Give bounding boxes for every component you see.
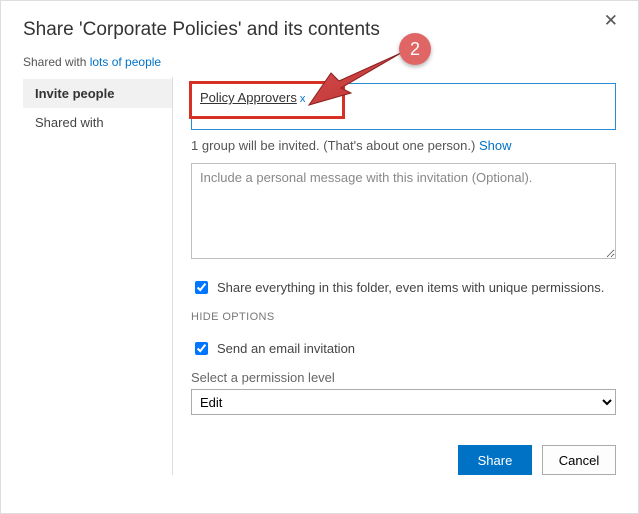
share-dialog: Share 'Corporate Policies' and its conte… — [1, 1, 638, 495]
share-everything-label: Share everything in this folder, even it… — [217, 280, 604, 295]
shared-with-prefix: Shared with — [23, 55, 90, 69]
close-icon[interactable]: ✕ — [604, 11, 618, 31]
send-email-checkbox[interactable] — [195, 342, 208, 355]
tab-invite-people[interactable]: Invite people — [23, 79, 172, 108]
people-picker[interactable]: Policy Approversx — [191, 83, 616, 130]
send-email-label: Send an email invitation — [217, 341, 355, 356]
main-panel: Policy Approversx 1 group will be invite… — [173, 77, 616, 475]
shared-with-line: Shared with lots of people — [23, 55, 616, 69]
permission-level-label: Select a permission level — [191, 370, 616, 385]
share-button[interactable]: Share — [458, 445, 532, 475]
invite-summary-text: 1 group will be invited. (That's about o… — [191, 138, 479, 153]
cancel-button[interactable]: Cancel — [542, 445, 616, 475]
button-row: Share Cancel — [191, 445, 616, 475]
recipient-chip[interactable]: Policy Approvers — [200, 90, 297, 105]
permission-level-select[interactable]: Edit — [191, 389, 616, 415]
share-everything-checkbox[interactable] — [195, 281, 208, 294]
show-link[interactable]: Show — [479, 138, 512, 153]
invite-summary: 1 group will be invited. (That's about o… — [191, 138, 616, 153]
personal-message-input[interactable] — [191, 163, 616, 259]
hide-options-toggle[interactable]: HIDE OPTIONS — [191, 311, 616, 323]
remove-recipient-icon[interactable]: x — [300, 93, 306, 105]
share-everything-option[interactable]: Share everything in this folder, even it… — [191, 278, 616, 297]
send-email-option[interactable]: Send an email invitation — [191, 339, 616, 358]
tab-shared-with[interactable]: Shared with — [23, 108, 172, 137]
shared-with-link[interactable]: lots of people — [90, 55, 161, 69]
side-tabs: Invite people Shared with — [23, 77, 173, 475]
dialog-title: Share 'Corporate Policies' and its conte… — [23, 19, 616, 41]
